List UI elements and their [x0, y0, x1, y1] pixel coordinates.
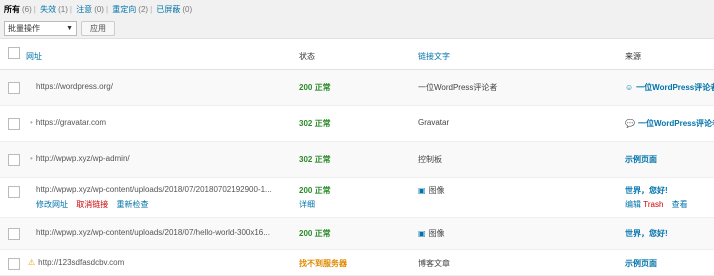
bulk-action-select[interactable]: 批量操作 ▼	[4, 21, 77, 36]
column-source: 来源	[625, 52, 641, 61]
row-checkbox[interactable]	[8, 228, 20, 240]
edit-source-action[interactable]: 编辑	[625, 200, 641, 209]
view-action[interactable]: 查看	[672, 200, 688, 209]
source-actions: 编辑 Trash 查看	[625, 199, 688, 210]
warning-icon: ⚠	[28, 258, 36, 267]
status-text: 302 正常	[299, 119, 331, 128]
user-icon: ☺	[625, 83, 634, 92]
filter-hidden[interactable]: 已屏蔽	[156, 5, 180, 14]
row-checkbox[interactable]	[8, 154, 20, 166]
link-url[interactable]: https://wordpress.org/	[36, 82, 301, 91]
source-link[interactable]: 示例页面	[625, 154, 714, 165]
links-table: 网址 状态 链接文字 来源 https://wordpress.org/ 200…	[0, 38, 714, 276]
row-checkbox[interactable]	[8, 118, 20, 130]
table-row: https://wordpress.org/ 200 正常 一位WordPres…	[0, 70, 714, 106]
row-actions: 修改网址 取消链接 重新检查	[36, 199, 148, 210]
link-url[interactable]: http://wpwp.xyz/wp-content/uploads/2018/…	[36, 185, 301, 194]
trash-action[interactable]: Trash	[643, 200, 663, 209]
row-checkbox[interactable]	[8, 186, 20, 198]
link-text: 控制板	[418, 155, 442, 164]
comment-icon: 💬	[625, 119, 635, 128]
table-header: 网址 状态 链接文字 来源	[0, 39, 714, 70]
bulk-action-value: 批量操作	[8, 24, 40, 33]
table-row: http://wpwp.xyz/wp-content/uploads/2018/…	[0, 178, 714, 218]
link-text: ▣ 图像	[418, 186, 445, 195]
bullet-icon: •	[30, 154, 33, 163]
status-text: 200 正常	[299, 186, 331, 195]
status-filters: 所有 (6) | 失效 (1) | 注意 (0) | 重定向 (2) | 已屏蔽 (0)	[4, 4, 192, 15]
link-text: Gravatar	[418, 118, 450, 127]
link-text: 博客文章	[418, 259, 450, 268]
row-checkbox[interactable]	[8, 258, 20, 270]
source-link[interactable]: 世界，您好!	[625, 228, 714, 239]
table-row: • https://gravatar.com 302 正常 Gravatar 💬 一…	[0, 106, 714, 142]
link-url[interactable]: • https://gravatar.com	[30, 118, 295, 127]
source-link[interactable]: 示例页面	[625, 258, 714, 269]
filter-all-count: (6)	[22, 5, 32, 14]
separator: |	[69, 5, 72, 14]
status-text: 302 正常	[299, 155, 331, 164]
link-text: ▣ 图像	[418, 229, 445, 238]
image-icon: ▣	[418, 229, 426, 238]
apply-button[interactable]: 应用	[81, 21, 115, 36]
chevron-down-icon: ▼	[66, 25, 73, 32]
table-row: ⚠ http://123sdfasdcbv.com 找不到服务器 博客文章 示例页…	[0, 250, 714, 276]
select-all-checkbox[interactable]	[8, 47, 20, 59]
status-text: 找不到服务器	[299, 259, 347, 268]
bulk-actions: 批量操作 ▼ 应用	[4, 21, 115, 36]
filter-redirect[interactable]: 重定向	[112, 5, 136, 14]
row-checkbox[interactable]	[8, 82, 20, 94]
link-url[interactable]: http://wpwp.xyz/wp-content/uploads/2018/…	[36, 228, 301, 237]
unlink-action[interactable]: 取消链接	[76, 200, 108, 209]
link-text: 一位WordPress评论者	[418, 83, 498, 92]
table-row: http://wpwp.xyz/wp-content/uploads/2018/…	[0, 218, 714, 250]
filter-hidden-count: (0)	[182, 5, 193, 14]
source-link[interactable]: ☺ 一位WordPress评论者	[625, 82, 714, 93]
source-link[interactable]: 💬 一位WordPress评论者	[625, 118, 714, 129]
image-icon: ▣	[418, 186, 426, 195]
filter-notice-count: (0)	[94, 5, 104, 14]
status-text: 200 正常	[299, 229, 331, 238]
bullet-icon: •	[30, 118, 33, 127]
status-detail-link[interactable]: 详细	[299, 199, 315, 210]
table-row: • http://wpwp.xyz/wp-admin/ 302 正常 控制板 示例…	[0, 142, 714, 178]
source-link[interactable]: 世界，您好!	[625, 185, 714, 196]
column-link-text[interactable]: 链接文字	[418, 51, 613, 62]
recheck-action[interactable]: 重新检查	[116, 200, 148, 209]
filter-failed[interactable]: 失效	[40, 5, 56, 14]
column-url[interactable]: 网址	[26, 51, 291, 62]
column-status: 状态	[299, 52, 315, 61]
link-url[interactable]: ⚠ http://123sdfasdcbv.com	[28, 258, 293, 267]
separator: |	[105, 5, 109, 14]
link-url[interactable]: • http://wpwp.xyz/wp-admin/	[30, 154, 295, 163]
status-text: 200 正常	[299, 83, 331, 92]
filter-all[interactable]: 所有	[4, 5, 20, 14]
filter-redirect-count: (2)	[138, 5, 149, 14]
filter-failed-count: (1)	[58, 5, 68, 14]
filter-notice[interactable]: 注意	[76, 5, 92, 14]
edit-url-action[interactable]: 修改网址	[36, 200, 68, 209]
separator: |	[33, 5, 36, 14]
separator: |	[150, 5, 153, 14]
